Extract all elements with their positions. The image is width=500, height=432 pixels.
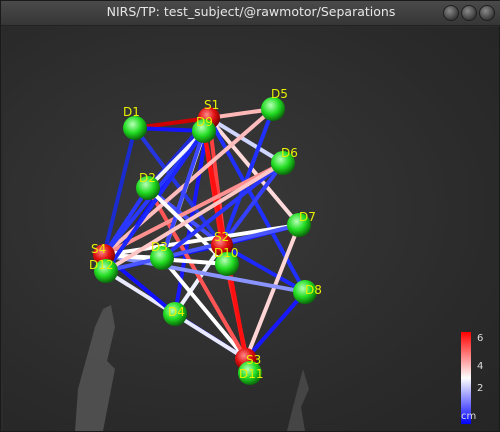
optode-label-d2: D2 [139,171,156,185]
optode-label-s3: S3 [246,353,261,367]
3d-viewport[interactable]: S1 S2 S3 S4 D1 D2 D3 D4 D5 D6 D7 D8 D9 D10 D11 D12 6 4 … [3,27,499,431]
maximize-button[interactable] [461,5,477,21]
optode-label-d11: D11 [239,367,264,381]
optode-label-d3: D3 [151,240,168,254]
channel-lines [102,107,307,375]
colorbar-unit: cm [461,411,476,422]
colorbar-tick: 6 [477,333,483,344]
optode-label-d1: D1 [123,105,140,119]
minimize-button[interactable] [443,5,459,21]
colorbar-tick: 4 [477,361,483,372]
head-surface [75,305,115,431]
optode-label-s2: S2 [214,230,229,244]
optode-label-d4: D4 [168,305,185,319]
optode-label-s4: S4 [91,242,106,256]
channel-line [244,223,301,361]
app-window: NIRS/TP: test_subject/@rawmotor/Separati… [0,0,500,432]
optode-label-d8: D8 [305,283,322,297]
colorbar-tick: 2 [477,383,483,394]
colorbar: 6 4 2 cm [461,332,483,424]
optode-label-d6: D6 [281,146,298,160]
channel-line [244,290,307,361]
optode-label-d12: D12 [89,258,114,272]
detector-marker-d1[interactable] [123,116,147,140]
head-surface-edge [287,369,309,431]
optode-label-d5: D5 [271,87,288,101]
window-controls [443,5,495,21]
optode-label-s1: S1 [204,98,219,112]
probe-separation-plot[interactable]: S1 S2 S3 S4 D1 D2 D3 D4 D5 D6 D7 D8 D9 D10 D11 D12 6 4 … [3,27,499,431]
optode-label-d10: D10 [214,246,239,260]
optode-label-d9: D9 [196,115,213,129]
optode-label-d7: D7 [299,210,316,224]
close-button[interactable] [479,5,495,21]
title-bar[interactable]: NIRS/TP: test_subject/@rawmotor/Separati… [1,1,500,26]
window-title: NIRS/TP: test_subject/@rawmotor/Separati… [106,4,396,19]
